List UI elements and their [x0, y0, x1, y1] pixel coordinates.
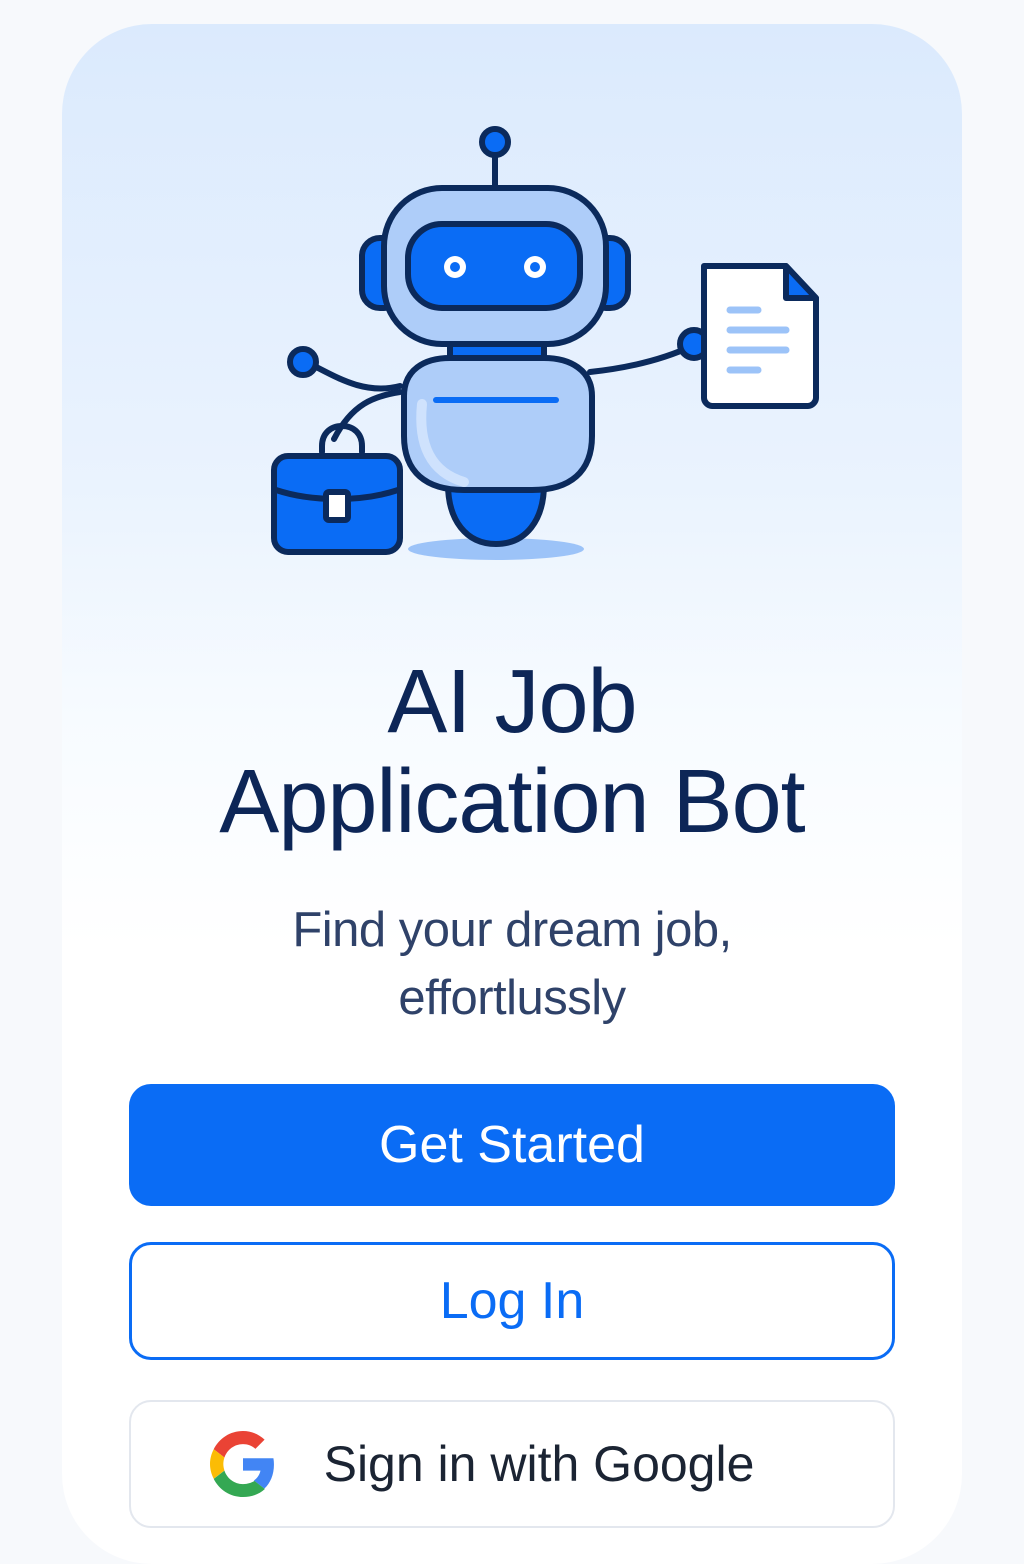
google-signin-label: Sign in with Google	[323, 1436, 755, 1492]
google-g-icon	[209, 1431, 274, 1497]
robot-illustration	[271, 126, 819, 560]
app-title-line-1: AI Job	[387, 652, 637, 752]
tagline: Find your dream job, effortlussly	[62, 896, 962, 1032]
login-label: Log In	[439, 1272, 585, 1330]
get-started-button[interactable]: Get Started	[129, 1084, 895, 1206]
app-title: AI Job Application Bot	[62, 652, 962, 852]
login-button[interactable]: Log In	[129, 1242, 895, 1360]
app-title-line-2: Application Bot	[219, 752, 805, 852]
get-started-label: Get Started	[379, 1116, 645, 1174]
tagline-line-2: effortlussly	[398, 971, 626, 1025]
onboarding-card: AI Job Application Bot Find your dream j…	[62, 24, 962, 1564]
google-signin-button[interactable]: Sign in with Google	[129, 1400, 895, 1528]
hero-illustration	[62, 24, 962, 604]
tagline-line-1: Find your dream job,	[292, 903, 732, 957]
